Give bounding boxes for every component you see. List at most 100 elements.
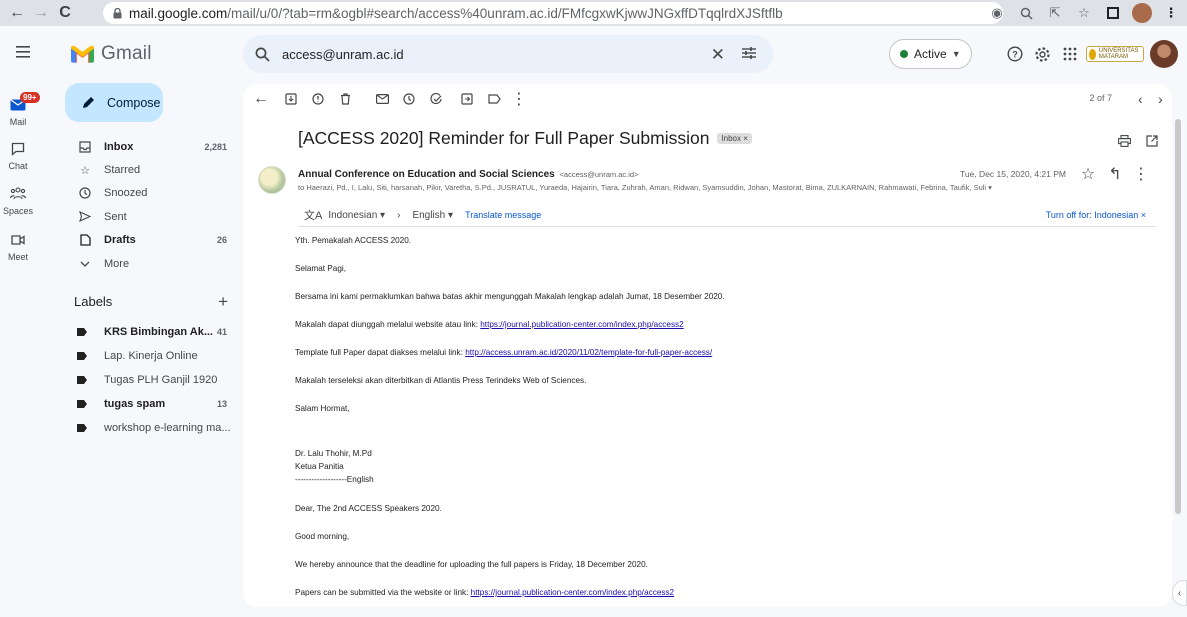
lock-icon [113,7,122,19]
label-list: KRS Bimbingan Ak... 41 Lap. Kinerja Onli… [70,320,236,440]
account-avatar[interactable] [1150,40,1178,68]
recipients-line[interactable]: to Haerazi, Pd., I, Lalu, Siti, harsanah… [298,183,1058,192]
rail-meet[interactable]: Meet [0,231,36,262]
body-text: Makalah dapat diunggah melalui website a… [295,320,481,329]
nav-item-inbox[interactable]: Inbox 2,281 [70,135,236,158]
search-options-icon[interactable] [741,45,757,61]
recipients-text: to Haerazi, Pd., I, Lalu, Siti, harsanah… [298,183,987,192]
target-language-select[interactable]: English ▾ [412,210,453,221]
label-item[interactable]: tugas spam 13 [70,392,236,416]
search-query[interactable]: access@unram.ac.id [282,47,404,62]
inbox-label-chip[interactable]: Inbox × [717,133,752,144]
label-item[interactable]: Tugas PLH Ganjil 1920 [70,368,236,392]
address-bar[interactable]: mail.google.com/mail/u/0/?tab=rm&ogbl#se… [103,2,1003,24]
search-icon[interactable] [255,47,270,62]
share-icon[interactable]: ⇱ [1045,3,1065,23]
newer-icon[interactable]: ‹ [1138,91,1143,107]
nav-item-sent[interactable]: Sent [70,205,236,228]
label-item[interactable]: Lap. Kinerja Online [70,344,236,368]
clock-icon [78,187,92,200]
language-divider: -------------------English [295,475,374,484]
rail-chat-label: Chat [8,161,28,171]
label-item[interactable]: KRS Bimbingan Ak... 41 [70,320,236,344]
nav-inbox-count: 2,281 [204,141,227,152]
translate-message-link[interactable]: Translate message [465,210,541,220]
rail-spaces-label: Spaces [2,206,34,216]
translate-icon: 文A [304,210,323,222]
more-options-icon[interactable]: ⋮ [511,91,527,108]
rail-chat[interactable]: Chat [0,140,36,171]
sender-info: Annual Conference on Education and Socia… [298,169,638,180]
settings-gear-icon[interactable] [1032,44,1052,64]
pencil-icon [83,96,94,108]
org-badge-label: UNIVERSITAS MATARAM [1098,48,1139,60]
rail-spaces[interactable]: Spaces [0,185,36,216]
label-tag-icon [77,376,87,384]
label-tag-icon [77,400,87,408]
window-icon[interactable] [1103,3,1123,23]
label-icon[interactable] [486,91,502,107]
star-message-icon[interactable]: ☆ [1080,166,1096,183]
turn-off-translate[interactable]: Turn off for: Indonesian × [1046,210,1146,220]
nav-item-snoozed[interactable]: Snoozed [70,182,236,205]
main-menu-icon[interactable] [16,45,34,63]
snooze-icon[interactable] [401,91,417,107]
zoom-icon[interactable] [1016,3,1036,23]
sender-name[interactable]: Annual Conference on Education and Socia… [298,169,555,180]
body-link[interactable]: https://journal.publication-center.com/i… [480,320,683,329]
sender-avatar[interactable] [258,166,286,194]
older-icon[interactable]: › [1158,91,1163,107]
subject-text: [ACCESS 2020] Reminder for Full Paper Su… [298,128,710,148]
body-line: Template full Paper dapat diakses melalu… [295,348,1135,357]
bookmark-star-icon[interactable]: ☆ [1074,3,1094,23]
translate-bar: 文A Indonesian ▾ › English ▾ Translate me… [298,204,1156,227]
forward-icon[interactable]: → [30,2,52,24]
label-name: tugas spam [104,398,166,410]
scroll-thumb[interactable] [1175,119,1181,514]
reply-icon[interactable]: ↰ [1107,166,1123,183]
archive-icon[interactable] [283,91,299,107]
clear-search-icon[interactable]: ✕ [711,45,725,65]
add-to-tasks-icon[interactable] [428,91,444,107]
nav-item-drafts[interactable]: Drafts 26 [70,229,236,252]
send-icon [78,211,92,223]
status-selector[interactable]: Active ▼ [889,39,972,69]
body-link[interactable]: https://journal.publication-center.com/i… [471,588,674,597]
body-line: Selamat Pagi, [295,264,346,273]
help-icon[interactable]: ? [1005,44,1025,64]
gmail-logo[interactable]: Gmail [71,43,152,65]
back-to-list-icon[interactable]: ← [253,90,269,107]
add-label-icon[interactable]: + [218,292,228,312]
rail-mail[interactable]: 99+ Mail [0,92,40,127]
browser-profile-avatar[interactable] [1132,3,1152,23]
page-scrollbar[interactable] [1175,84,1183,607]
target-language: English [412,209,446,221]
apps-grid-icon[interactable] [1060,44,1080,64]
message-more-icon[interactable]: ⋮ [1133,166,1149,183]
label-item[interactable]: workshop e-learning ma... [70,416,236,440]
mark-unread-icon[interactable] [374,91,390,107]
body-line: We hereby announce that the deadline for… [295,560,648,569]
label-name: workshop e-learning ma... [104,422,231,434]
body-text: Papers can be submitted via the website … [295,588,471,597]
print-icon[interactable] [1116,133,1132,149]
nav-item-more[interactable]: More [70,252,236,275]
extension-icon[interactable]: ◉ [987,3,1007,23]
delete-icon[interactable] [337,91,353,107]
body-link[interactable]: http://access.unram.ac.id/2020/11/02/tem… [465,348,712,357]
message-date: Tue, Dec 15, 2020, 4:21 PM [960,169,1066,179]
status-label: Active [914,47,947,61]
nav-item-starred[interactable]: ☆ Starred [70,158,236,181]
open-new-window-icon[interactable] [1144,133,1160,149]
move-to-icon[interactable] [459,91,475,107]
organization-badge[interactable]: UNIVERSITAS MATARAM [1086,46,1144,62]
body-line: Papers can be submitted via the website … [295,588,1135,597]
reload-icon[interactable]: C [54,2,76,24]
browser-menu-icon[interactable]: ⋮ [1161,3,1181,23]
compose-button[interactable]: Compose [65,83,163,122]
side-panel-toggle-icon[interactable]: ‹ [1172,580,1187,606]
source-language-select[interactable]: Indonesian ▾ [328,210,385,221]
back-icon[interactable]: ← [6,2,28,24]
search-bar[interactable]: access@unram.ac.id ✕ [243,35,773,73]
report-spam-icon[interactable] [310,91,326,107]
